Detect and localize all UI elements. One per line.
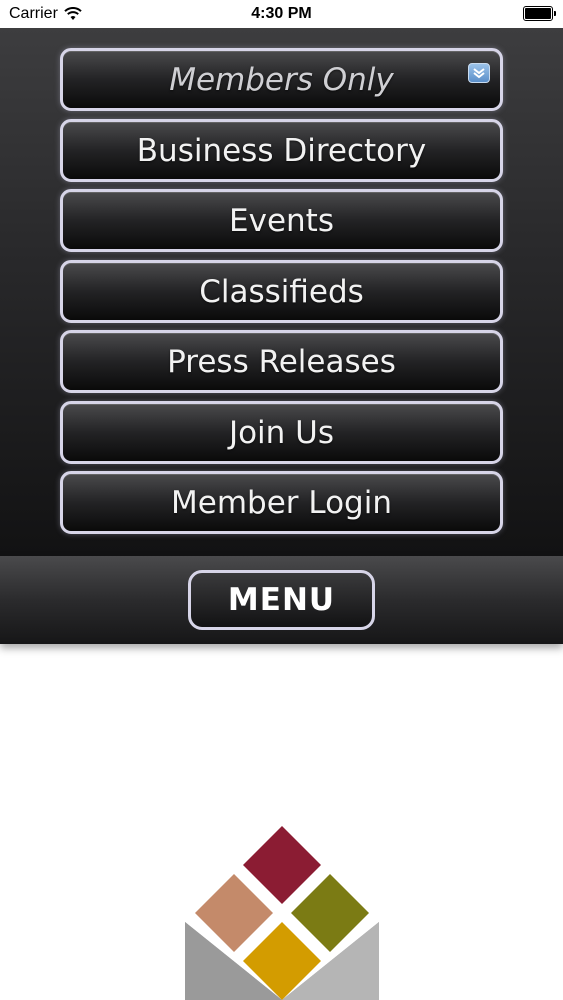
logo-diamond-top [243, 826, 321, 904]
chamber-logo [185, 826, 379, 1000]
menu-item-label: Member Login [171, 484, 392, 521]
menu-item-label: Press Releases [167, 343, 396, 380]
battery-icon [523, 6, 556, 21]
chevron-down-icon[interactable] [468, 63, 490, 83]
menu-item-join-us[interactable]: Join Us [60, 401, 503, 464]
members-only-label: Members Only [169, 61, 394, 98]
menu-item-label: Classifieds [199, 273, 364, 310]
menu-panel: Members Only Business Directory Events C… [0, 28, 563, 556]
battery-level [525, 8, 551, 19]
menu-item-classifieds[interactable]: Classifieds [60, 260, 503, 323]
members-only-dropdown[interactable]: Members Only [60, 48, 503, 111]
menu-item-business-directory[interactable]: Business Directory [60, 119, 503, 182]
menu-item-member-login[interactable]: Member Login [60, 471, 503, 534]
menu-item-press-releases[interactable]: Press Releases [60, 330, 503, 393]
menu-item-label: Join Us [228, 414, 335, 451]
status-bar: Carrier 4:30 PM [0, 0, 563, 28]
menu-item-label: Business Directory [136, 132, 427, 169]
menu-item-label: Events [229, 202, 334, 239]
menu-bar: MENU [0, 556, 563, 644]
menu-toggle-button[interactable]: MENU [188, 570, 375, 630]
status-time: 4:30 PM [251, 5, 312, 22]
menu-item-events[interactable]: Events [60, 189, 503, 252]
